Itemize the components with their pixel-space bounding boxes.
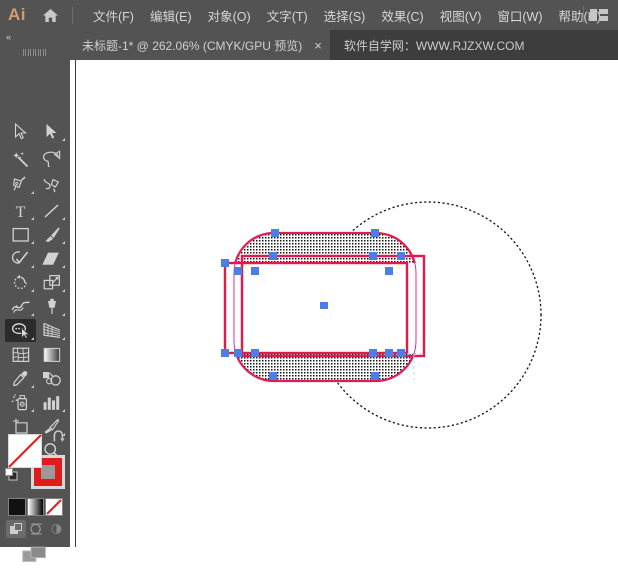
menu-divider <box>72 6 73 24</box>
blend-tool[interactable] <box>36 367 67 390</box>
lasso-tool[interactable] <box>36 147 67 170</box>
svg-text:T: T <box>16 204 26 219</box>
tool-flyout-indicator <box>31 217 34 220</box>
tool-flyout-indicator <box>62 337 65 340</box>
change-screen-mode-button[interactable] <box>0 540 70 568</box>
document-canvas[interactable] <box>70 60 618 547</box>
document-tab[interactable]: 未标题-1* @ 262.06% (CMYK/GPU 预览) × <box>70 30 330 60</box>
rotate-tool[interactable] <box>5 271 36 294</box>
magic-wand-tool[interactable] <box>5 147 36 170</box>
menu-view[interactable]: 视图(V) <box>432 2 490 29</box>
scale-tool[interactable] <box>36 271 67 294</box>
fill-swatch[interactable] <box>8 434 42 468</box>
app-logo: Ai <box>8 5 26 24</box>
tools-panel: « T <box>0 30 70 562</box>
shape-builder-tool[interactable] <box>5 319 36 342</box>
tool-flyout-indicator <box>31 265 34 268</box>
pen-tool[interactable] <box>5 173 36 196</box>
menu-type[interactable]: 文字(T) <box>259 2 316 29</box>
tool-flyout-indicator <box>62 217 65 220</box>
menu-items: 文件(F) 编辑(E) 对象(O) 文字(T) 选择(S) 效果(C) 视图(V… <box>85 2 609 29</box>
draw-mode-buttons <box>6 520 66 538</box>
line-segment-tool[interactable] <box>36 199 67 222</box>
tool-flyout-indicator <box>62 409 65 412</box>
home-icon[interactable] <box>34 0 66 30</box>
collapse-panel-icon[interactable]: « <box>6 32 11 42</box>
menu-edit[interactable]: 编辑(E) <box>142 2 200 29</box>
workspace-switcher-icon[interactable] <box>586 0 612 30</box>
menu-select[interactable]: 选择(S) <box>316 2 374 29</box>
center-anchor-point <box>320 302 328 309</box>
tool-flyout-indicator <box>62 138 65 141</box>
document-tab-title: 未标题-1* @ 262.06% (CMYK/GPU 预览) <box>82 38 303 53</box>
tool-flyout-indicator <box>62 265 65 268</box>
none-slash-icon <box>8 434 42 468</box>
direct-selection-tool[interactable] <box>36 120 67 143</box>
paintbrush-tool[interactable] <box>36 223 67 246</box>
shaper-tool[interactable] <box>5 247 36 270</box>
panel-drag-handle[interactable] <box>0 44 70 60</box>
gradient-mode-button[interactable] <box>26 498 45 516</box>
width-tool[interactable] <box>5 295 36 318</box>
gradient-tool[interactable] <box>36 343 67 366</box>
tool-flyout-indicator <box>31 409 34 412</box>
default-fill-stroke-icon[interactable] <box>5 468 18 481</box>
menu-window[interactable]: 窗口(W) <box>489 2 550 29</box>
watermark-tab-title: 软件自学网：WWW.RJZXW.COM <box>343 38 525 53</box>
rectangle-tool[interactable] <box>5 223 36 246</box>
close-icon[interactable]: × <box>314 39 322 52</box>
watermark-tab[interactable]: 软件自学网：WWW.RJZXW.COM <box>329 30 539 60</box>
tool-flyout-indicator <box>31 313 34 316</box>
tools-panel-header: « <box>0 30 70 44</box>
eraser-tool[interactable] <box>36 247 67 270</box>
fill-stroke-controls <box>0 428 70 498</box>
tool-flyout-indicator <box>62 241 65 244</box>
draw-normal-button[interactable] <box>6 520 26 538</box>
tool-flyout-indicator <box>31 289 34 292</box>
swap-fill-stroke-icon[interactable] <box>52 430 66 446</box>
draw-inside-button[interactable] <box>46 520 66 538</box>
draw-behind-button[interactable] <box>26 520 46 538</box>
color-mode-button[interactable] <box>8 498 26 516</box>
color-mode-buttons <box>8 498 64 519</box>
tool-flyout-indicator <box>62 313 65 316</box>
menu-object[interactable]: 对象(O) <box>200 2 259 29</box>
tool-flyout-indicator <box>62 289 65 292</box>
tool-flyout-indicator <box>31 241 34 244</box>
perspective-grid-tool[interactable] <box>36 319 67 342</box>
eyedropper-tool[interactable] <box>5 367 36 390</box>
none-mode-button[interactable] <box>45 498 64 516</box>
tool-flyout-indicator <box>31 385 34 388</box>
symbol-sprayer-tool[interactable] <box>5 391 36 414</box>
menu-divider-right <box>583 6 584 23</box>
menu-file[interactable]: 文件(F) <box>85 2 142 29</box>
column-graph-tool[interactable] <box>36 391 67 414</box>
artwork-illustration[interactable] <box>70 60 618 547</box>
menu-bar: Ai 文件(F) 编辑(E) 对象(O) 文字(T) 选择(S) 效果(C) 视… <box>0 0 618 30</box>
tool-flyout-indicator <box>31 337 34 340</box>
selection-tool[interactable] <box>5 120 36 143</box>
curvature-tool[interactable] <box>36 173 67 196</box>
menu-effect[interactable]: 效果(C) <box>373 2 431 29</box>
mesh-tool[interactable] <box>5 343 36 366</box>
type-tool[interactable]: T <box>5 199 36 222</box>
illustrator-window: Ai 文件(F) 编辑(E) 对象(O) 文字(T) 选择(S) 效果(C) 视… <box>0 0 618 562</box>
free-transform-tool[interactable] <box>36 295 67 318</box>
tool-flyout-indicator <box>31 191 34 194</box>
document-tab-bar: 未标题-1* @ 262.06% (CMYK/GPU 预览) × 软件自学网：W… <box>70 30 618 60</box>
